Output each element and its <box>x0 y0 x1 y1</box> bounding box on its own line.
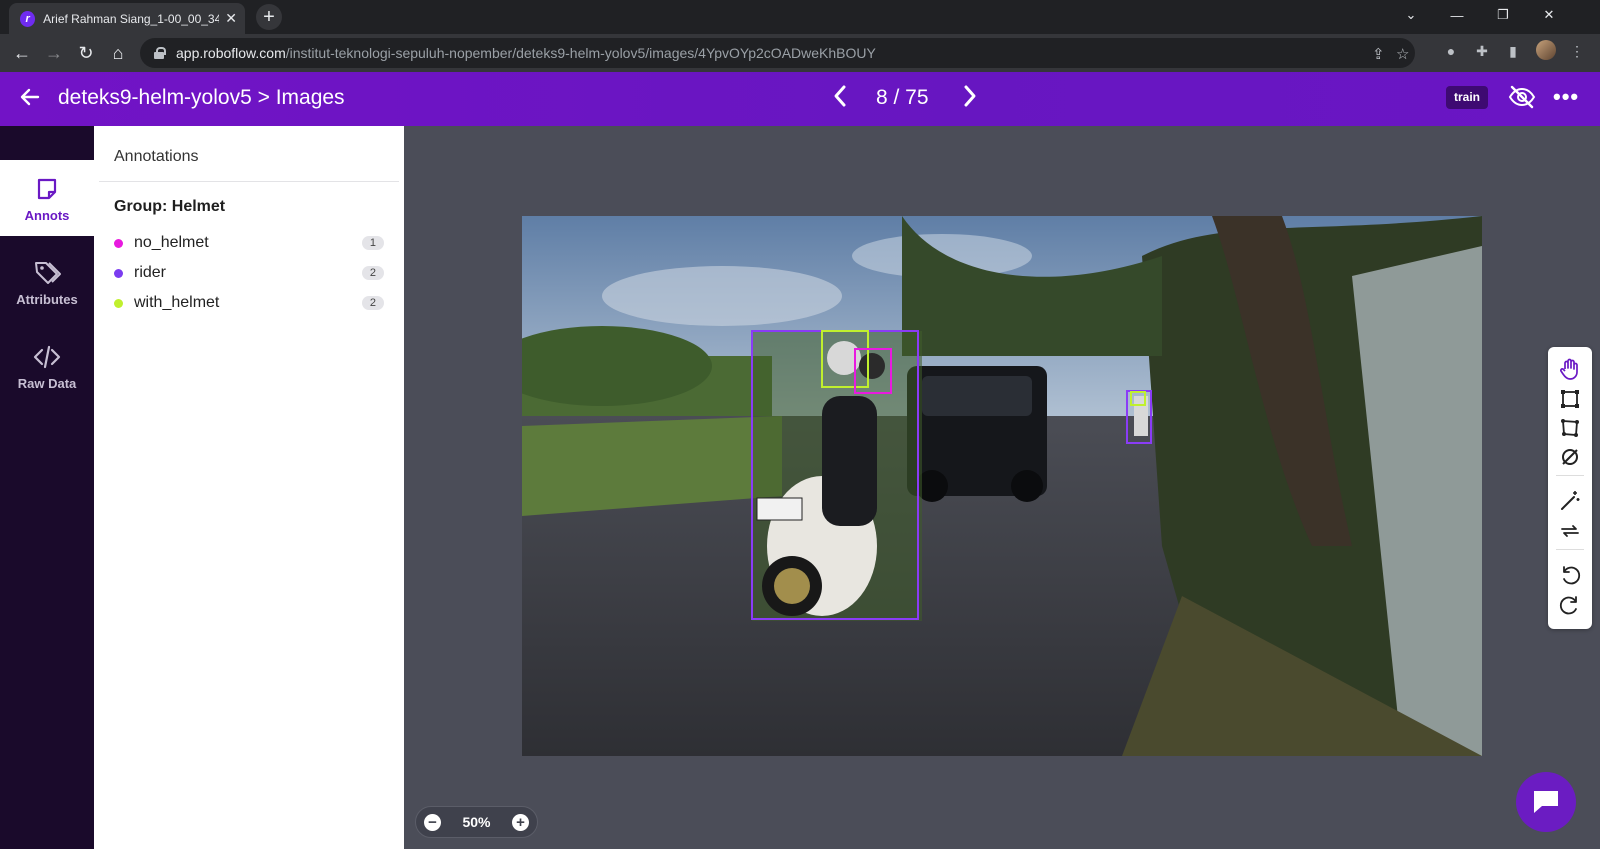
tool-palette <box>1548 347 1592 629</box>
smart-polygon-wand-icon[interactable] <box>1558 489 1582 513</box>
browser-toolbar: ← → ↻ ⌂ app.roboflow.com /institut-tekno… <box>0 34 1600 72</box>
browser-tabbar: r Arief Rahman Siang_1-00_00_34_ ✕ + ⌄ —… <box>0 0 1600 34</box>
code-icon <box>33 345 61 368</box>
class-count: 2 <box>361 296 384 310</box>
polygon-tool-icon[interactable] <box>1558 416 1582 440</box>
class-color-dot <box>114 298 123 308</box>
bookmark-star-icon[interactable]: ☆ <box>1396 45 1409 63</box>
url-host: app.roboflow.com <box>176 45 286 61</box>
hide-annotations-icon[interactable] <box>1508 85 1536 109</box>
share-icon[interactable]: ⇪ <box>1372 45 1385 63</box>
image-pager: 8 / 75 <box>876 86 929 109</box>
nav-annots-label: Annots <box>24 207 70 223</box>
lock-icon <box>154 47 166 59</box>
previous-image-button[interactable] <box>832 83 848 116</box>
class-name: with_helmet <box>134 294 220 311</box>
app-header: deteks9-helm-yolov5 > Images 8 / 75 trai… <box>0 72 1600 126</box>
drag-hand-icon[interactable] <box>1558 357 1582 381</box>
left-nav: Annots Attributes Raw Data <box>0 126 94 849</box>
annotation-canvas[interactable] <box>404 126 1600 849</box>
nav-attributes[interactable]: Attributes <box>0 244 94 320</box>
zoom-level: 50% <box>462 814 491 830</box>
tags-icon <box>35 261 61 284</box>
class-row-rider[interactable]: rider 2 <box>114 262 384 284</box>
undo-icon[interactable] <box>1558 563 1582 587</box>
annotations-panel: Annotations Group: Helmet no_helmet 1 ri… <box>94 126 404 849</box>
back-arrow-icon[interactable] <box>18 85 42 109</box>
nav-annots[interactable]: Annots <box>0 160 94 236</box>
extension-bug-icon[interactable]: ● <box>1441 41 1461 61</box>
address-bar[interactable]: app.roboflow.com /institut-teknologi-sep… <box>140 38 1415 68</box>
next-image-button[interactable] <box>962 83 978 116</box>
null-annotation-icon[interactable] <box>1558 445 1582 469</box>
side-panel-icon[interactable]: ▮ <box>1503 41 1523 61</box>
repeat-previous-icon[interactable] <box>1558 519 1582 543</box>
new-tab-button[interactable]: + <box>256 4 282 30</box>
redo-icon[interactable] <box>1558 593 1582 617</box>
chat-support-button[interactable] <box>1516 772 1576 832</box>
sticky-note-icon <box>37 178 57 199</box>
tab-close-icon[interactable]: ✕ <box>225 10 237 27</box>
class-count: 1 <box>361 236 384 250</box>
restore-icon[interactable]: ❐ <box>1480 0 1526 30</box>
tab-search-icon[interactable]: ⌄ <box>1388 0 1434 30</box>
class-name: rider <box>134 264 167 281</box>
tool-divider <box>1556 475 1584 476</box>
url-path: /institut-teknologi-sepuluh-nopember/det… <box>285 45 876 61</box>
zoom-in-button[interactable]: + <box>512 813 529 831</box>
minimize-icon[interactable]: — <box>1434 0 1480 30</box>
group-title: Group: Helmet <box>114 198 226 215</box>
close-window-icon[interactable]: ✕ <box>1526 0 1572 30</box>
forward-icon[interactable]: → <box>42 41 66 65</box>
chat-bubble-icon <box>1534 791 1558 813</box>
tool-divider <box>1556 549 1584 550</box>
tab-title: Arief Rahman Siang_1-00_00_34_ <box>43 11 220 26</box>
back-icon[interactable]: ← <box>10 41 34 65</box>
nav-raw-data[interactable]: Raw Data <box>0 328 94 404</box>
reload-icon[interactable]: ↻ <box>74 41 98 65</box>
panel-heading: Annotations <box>114 148 199 165</box>
class-name: no_helmet <box>134 234 209 251</box>
class-count: 2 <box>361 266 384 280</box>
nav-attributes-label: Attributes <box>16 291 78 307</box>
class-row-no-helmet[interactable]: no_helmet 1 <box>114 232 384 254</box>
class-color-dot <box>114 238 123 248</box>
extensions-puzzle-icon[interactable]: ✚ <box>1472 41 1492 61</box>
more-options-icon[interactable]: ••• <box>1553 84 1579 110</box>
road-scene-image <box>522 216 1482 756</box>
annotated-image[interactable] <box>522 216 1482 756</box>
split-badge[interactable]: train <box>1446 86 1489 109</box>
home-icon[interactable]: ⌂ <box>106 41 130 65</box>
class-row-with-helmet[interactable]: with_helmet 2 <box>114 292 384 314</box>
with-helmet-bbox[interactable] <box>1130 391 1146 406</box>
roboflow-favicon-icon: r <box>20 10 36 27</box>
page-title: deteks9-helm-yolov5 > Images <box>58 86 345 109</box>
browser-tab[interactable]: r Arief Rahman Siang_1-00_00_34_ ✕ <box>9 3 245 34</box>
profile-avatar[interactable] <box>1536 40 1556 60</box>
panel-divider <box>99 181 399 182</box>
bounding-box-tool-icon[interactable] <box>1558 387 1582 411</box>
browser-menu-icon[interactable]: ⋮ <box>1567 41 1587 61</box>
zoom-control: − 50% + <box>415 806 538 838</box>
zoom-out-button[interactable]: − <box>424 813 441 831</box>
no-helmet-bbox[interactable] <box>854 348 892 394</box>
class-color-dot <box>114 268 123 278</box>
nav-raw-data-label: Raw Data <box>17 375 77 391</box>
